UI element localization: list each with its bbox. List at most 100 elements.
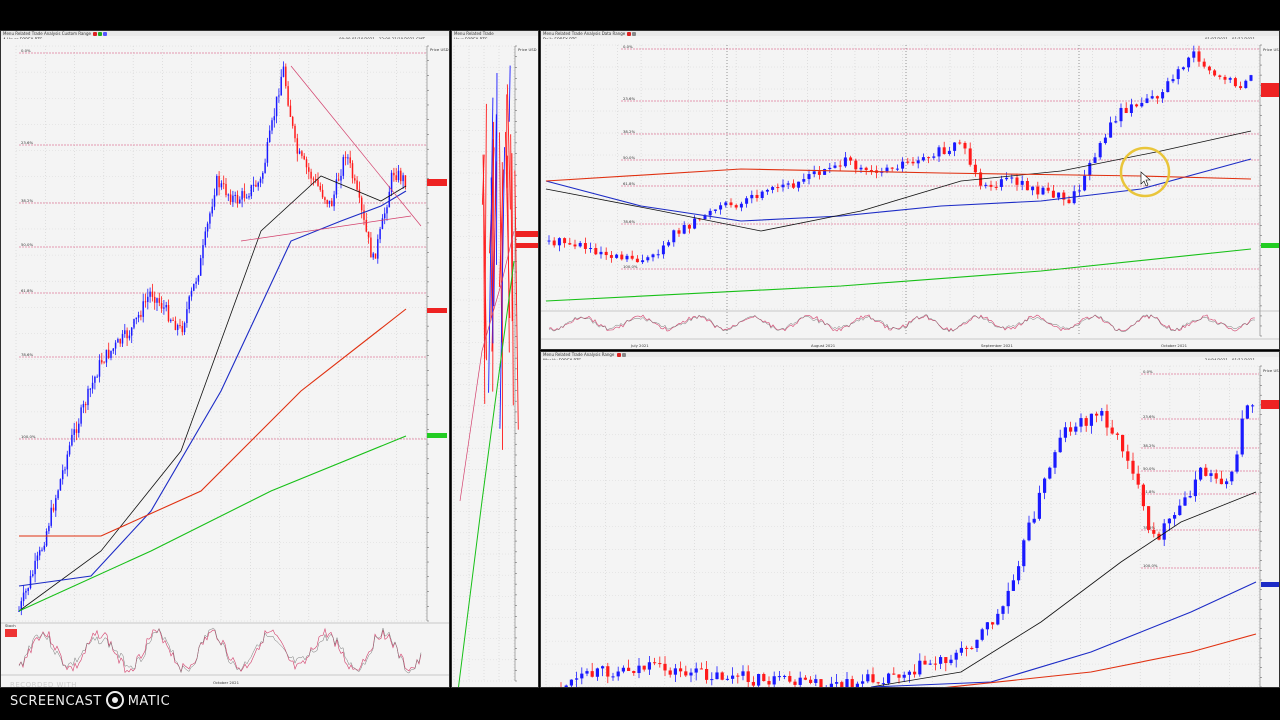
candle-body (970, 647, 974, 649)
candle-body (1010, 177, 1014, 179)
candle-body (814, 679, 818, 683)
candle-body (271, 120, 273, 131)
candle-body (234, 194, 236, 196)
candle-body (1077, 190, 1081, 192)
candle-body (604, 251, 608, 256)
candle-body (932, 156, 936, 158)
candle-body (895, 168, 899, 170)
candle-body (1249, 75, 1253, 81)
candle-body (358, 189, 361, 198)
candle-body (757, 674, 761, 686)
candle-body (755, 194, 759, 199)
candle-body (620, 254, 624, 260)
candle-body (1176, 69, 1180, 80)
candle-body (672, 230, 676, 243)
candle-body (907, 671, 911, 675)
candle-body (843, 157, 847, 167)
chart-window-hourly[interactable]: Menu Related Trade Hour FOREX BTC= Price… (451, 30, 539, 688)
candle-body (347, 157, 349, 159)
candle-body (335, 179, 338, 195)
candle-body (73, 429, 75, 435)
candle-body (52, 507, 55, 511)
candle-body (859, 167, 863, 170)
candle-body (310, 171, 312, 179)
candle-body (365, 219, 368, 232)
candle-body (767, 681, 771, 685)
candle-body (1244, 80, 1248, 89)
candle-body (107, 349, 110, 358)
candle-body (1011, 580, 1015, 591)
candle-body (188, 296, 190, 310)
candle-body (1027, 522, 1031, 541)
candle-body (1161, 92, 1165, 99)
candle-body (294, 125, 296, 139)
price-chart-4hour[interactable]: Price USD 0.0% 23.6% 38.2% 50.0% 61.8% 78.6% 10… (1, 31, 450, 688)
price-chart-hourly[interactable]: Price USD (452, 31, 539, 688)
price-chart-daily[interactable]: Price USD 0.0% 23.6% 38.2% 50.0% 61.8% 78.6% 10… (541, 31, 1280, 350)
candle-body (140, 314, 142, 317)
candle-body (255, 184, 257, 187)
candle-body (937, 147, 941, 157)
fib-label: 50.0% (21, 242, 33, 247)
candle-body (216, 176, 218, 196)
screencast-logo: SCREENCAST MATIC (10, 691, 170, 709)
indicator-label: Stoch (5, 623, 16, 628)
candle-body (720, 672, 724, 680)
candle-body (57, 490, 59, 499)
candle-body (1126, 451, 1130, 461)
candle-body (1193, 479, 1197, 497)
candle-body (344, 157, 347, 159)
candle-body (1152, 529, 1156, 534)
candle-body (751, 681, 755, 686)
candle-body (838, 165, 842, 167)
candle-body (809, 679, 813, 683)
candle-body (105, 349, 108, 363)
candle-body (1109, 122, 1113, 138)
candle-body (991, 622, 995, 625)
candle-body (1225, 481, 1229, 485)
price-axis-label: Price USD (518, 47, 537, 52)
candle-body (616, 671, 620, 677)
candle-body (303, 155, 305, 160)
candle-body (1037, 492, 1041, 519)
candle-body (395, 175, 397, 181)
candle-body (211, 206, 213, 214)
candle-body (360, 197, 363, 211)
candle-body (289, 105, 292, 117)
candle-body (1135, 104, 1139, 107)
candle-body (651, 254, 655, 258)
fib-label: 61.8% (21, 288, 33, 293)
candle-body (1199, 467, 1203, 480)
candle-body (736, 675, 740, 677)
candle-body (377, 239, 379, 259)
candle-body (1032, 518, 1036, 523)
candle-body (869, 170, 873, 172)
candle-body (176, 325, 179, 330)
candle-body (954, 652, 958, 660)
candle-body (1207, 66, 1211, 71)
fib-label: 38.2% (1143, 443, 1155, 448)
candle-body (206, 223, 209, 232)
candle-body (933, 663, 937, 665)
candle-body (1188, 496, 1192, 498)
chart-window-4hour[interactable]: Menu Related Trade Analysis Custom Range… (0, 30, 450, 688)
fib-label: 23.6% (1143, 414, 1155, 419)
candle-body (958, 142, 962, 144)
candle-body (1145, 98, 1149, 103)
candle-body (165, 304, 167, 308)
price-marker (1261, 243, 1279, 248)
recorded-with-label: RECORDED WITH (10, 681, 78, 689)
candle-body (772, 676, 776, 685)
candle-body (557, 238, 561, 246)
price-chart-weekly[interactable]: Price USD0.0%23.6%38.2%50.0%61.8%78.6%10… (541, 352, 1280, 688)
candle-body (64, 469, 66, 471)
chart-window-weekly[interactable]: Menu Related Trade Analysis Range Weekly… (540, 351, 1280, 688)
candle-body (1057, 192, 1061, 198)
candle-body (183, 323, 186, 333)
chart-window-daily[interactable]: Menu Related Trade Analysis Data Range D… (540, 30, 1280, 350)
candle-body (1103, 137, 1107, 144)
price-marker (427, 308, 447, 313)
candle-body (379, 229, 381, 240)
candle-body (41, 549, 43, 551)
candle-body (89, 388, 92, 390)
